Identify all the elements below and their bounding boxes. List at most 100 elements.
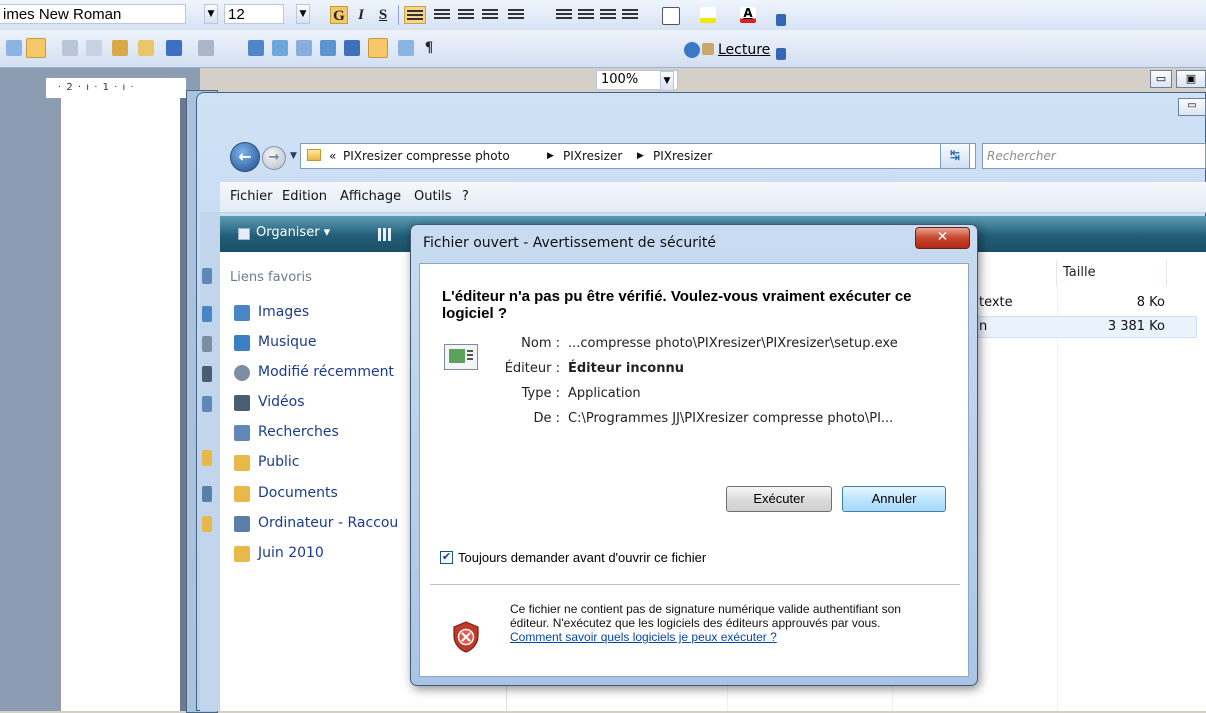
font-color-icon[interactable]: A bbox=[740, 7, 756, 23]
bullets-icon[interactable] bbox=[578, 9, 594, 21]
search-input[interactable]: Rechercher bbox=[982, 143, 1206, 169]
organise-button[interactable]: Organiser ▾ bbox=[256, 225, 330, 240]
refresh-icon[interactable]: ↹ bbox=[940, 143, 970, 169]
justify-icon[interactable] bbox=[482, 9, 498, 21]
format-painter-icon[interactable] bbox=[138, 40, 154, 56]
back-arrow-icon[interactable]: ← bbox=[230, 142, 260, 172]
file-size-cell[interactable]: 3 381 Ko bbox=[1067, 316, 1165, 338]
strip-icon bbox=[202, 306, 212, 322]
strip-icon bbox=[202, 486, 212, 502]
excel-icon[interactable] bbox=[320, 40, 336, 56]
always-ask-label[interactable]: Toujours demander avant d'ouvrir ce fich… bbox=[458, 550, 706, 565]
font-name-dropdown-icon[interactable]: ▼ bbox=[204, 4, 218, 24]
increase-indent-icon[interactable] bbox=[622, 9, 638, 21]
font-size-field[interactable]: 12 bbox=[224, 4, 284, 24]
dialog-divider bbox=[430, 584, 960, 585]
columns-icon[interactable] bbox=[344, 40, 360, 56]
explorer-navigation-bar: ← → ▼ « PIXresizer compresse photo ▶ PIX… bbox=[220, 138, 1206, 178]
folder-icon bbox=[234, 546, 250, 562]
file-size-cell[interactable]: 8 Ko bbox=[1067, 292, 1165, 314]
organise-icon bbox=[238, 228, 250, 240]
toolbar-options-icon[interactable] bbox=[776, 14, 786, 26]
prop-value-publisher: Éditeur inconnu bbox=[568, 361, 684, 376]
views-icon[interactable] bbox=[378, 228, 392, 241]
warning-text: Ce fichier ne contient pas de signature … bbox=[510, 602, 901, 630]
folder-icon bbox=[234, 486, 250, 502]
highlight-icon[interactable] bbox=[700, 7, 716, 23]
font-size-dropdown-icon[interactable]: ▼ bbox=[296, 4, 310, 24]
underline-button[interactable]: S bbox=[374, 6, 392, 24]
nav-item-label: Juin 2010 bbox=[258, 545, 324, 561]
word-standard-toolbar: ¶ 100% ▼ Lecture bbox=[0, 30, 1206, 91]
reading-layout-icon[interactable] bbox=[702, 43, 714, 55]
shield-error-icon bbox=[453, 621, 479, 653]
toolbar-separator bbox=[398, 5, 399, 25]
strip-icon bbox=[202, 268, 212, 284]
prop-value-type: Application bbox=[568, 386, 641, 401]
dialog-title: Fichier ouvert - Avertissement de sécuri… bbox=[423, 235, 716, 251]
borders-icon[interactable] bbox=[662, 7, 680, 25]
align-center-icon[interactable] bbox=[434, 9, 450, 21]
images-icon bbox=[234, 305, 250, 321]
nav-item-label: Documents bbox=[258, 485, 338, 501]
spelling-icon[interactable] bbox=[6, 40, 22, 56]
numbering-icon[interactable] bbox=[556, 9, 572, 21]
word-restore-button[interactable]: ▣ bbox=[1176, 70, 1206, 88]
undo-icon[interactable] bbox=[166, 40, 182, 56]
computer-icon bbox=[234, 516, 250, 532]
strip-icon bbox=[202, 336, 212, 352]
close-icon[interactable]: ✕ bbox=[915, 227, 970, 249]
tables-icon[interactable] bbox=[272, 40, 288, 56]
menu-affichage[interactable]: Affichage bbox=[340, 189, 401, 204]
show-hide-icon[interactable]: ¶ bbox=[420, 38, 438, 56]
prop-label-name: Nom : bbox=[521, 336, 560, 351]
menu-outils[interactable]: Outils bbox=[414, 189, 452, 204]
cut-icon[interactable] bbox=[62, 40, 78, 56]
always-ask-checkbox[interactable]: ✔ bbox=[440, 551, 453, 564]
align-left-button[interactable] bbox=[404, 6, 426, 24]
forward-arrow-icon[interactable]: → bbox=[262, 146, 286, 170]
copy-icon[interactable] bbox=[86, 40, 102, 56]
hyperlink-icon[interactable] bbox=[248, 40, 264, 56]
align-right-icon[interactable] bbox=[458, 9, 474, 21]
breadcrumb-item[interactable]: PIXresizer bbox=[563, 144, 622, 168]
menu-fichier[interactable]: Fichier bbox=[230, 189, 273, 204]
toolbar-options-icon[interactable] bbox=[776, 48, 786, 60]
file-type-cell[interactable]: n bbox=[979, 316, 987, 338]
word-minimize-button[interactable]: ▭ bbox=[1150, 70, 1172, 88]
drawing-icon[interactable] bbox=[368, 38, 388, 58]
research-icon[interactable] bbox=[26, 38, 46, 58]
italic-button[interactable]: I bbox=[352, 6, 370, 24]
zoom-dropdown-icon[interactable]: ▼ bbox=[660, 71, 674, 91]
line-spacing-icon[interactable] bbox=[508, 9, 524, 21]
decrease-indent-icon[interactable] bbox=[600, 9, 616, 21]
prop-label-from: De : bbox=[533, 411, 560, 426]
reading-mode-button[interactable]: Lecture bbox=[718, 41, 770, 59]
column-header-size[interactable]: Taille bbox=[1057, 260, 1167, 286]
help-link[interactable]: Comment savoir quels logiciels je peux e… bbox=[510, 630, 777, 644]
menu-edition[interactable]: Edition bbox=[282, 189, 327, 204]
bold-button[interactable]: G bbox=[330, 6, 348, 24]
nav-item-label: Modifié récemment bbox=[258, 364, 394, 380]
address-bar[interactable]: « PIXresizer compresse photo ▶ PIXresize… bbox=[300, 143, 998, 169]
explorer-minimize-button[interactable]: ▭ bbox=[1178, 98, 1206, 116]
file-type-cell[interactable]: texte bbox=[979, 292, 1013, 314]
chevron-right-icon[interactable]: ▶ bbox=[637, 144, 644, 168]
document-page[interactable] bbox=[60, 98, 181, 711]
breadcrumb-item[interactable]: PIXresizer compresse photo bbox=[343, 144, 510, 168]
breadcrumb-prefix[interactable]: « bbox=[329, 144, 336, 168]
redo-icon[interactable] bbox=[198, 40, 214, 56]
paste-icon[interactable] bbox=[112, 40, 128, 56]
font-name-field[interactable]: imes New Roman bbox=[0, 4, 186, 24]
insert-table-icon[interactable] bbox=[296, 40, 312, 56]
document-map-icon[interactable] bbox=[398, 40, 414, 56]
menu-help[interactable]: ? bbox=[462, 189, 469, 204]
search-folder-icon bbox=[234, 425, 250, 441]
nav-item-label: Ordinateur - Raccou bbox=[258, 515, 399, 531]
cancel-button[interactable]: Annuler bbox=[842, 486, 946, 512]
run-button[interactable]: Exécuter bbox=[726, 486, 832, 512]
breadcrumb-item[interactable]: PIXresizer bbox=[653, 144, 712, 168]
help-icon[interactable] bbox=[684, 42, 700, 58]
chevron-right-icon[interactable]: ▶ bbox=[547, 144, 554, 168]
recent-pages-dropdown-icon[interactable]: ▼ bbox=[290, 151, 297, 161]
